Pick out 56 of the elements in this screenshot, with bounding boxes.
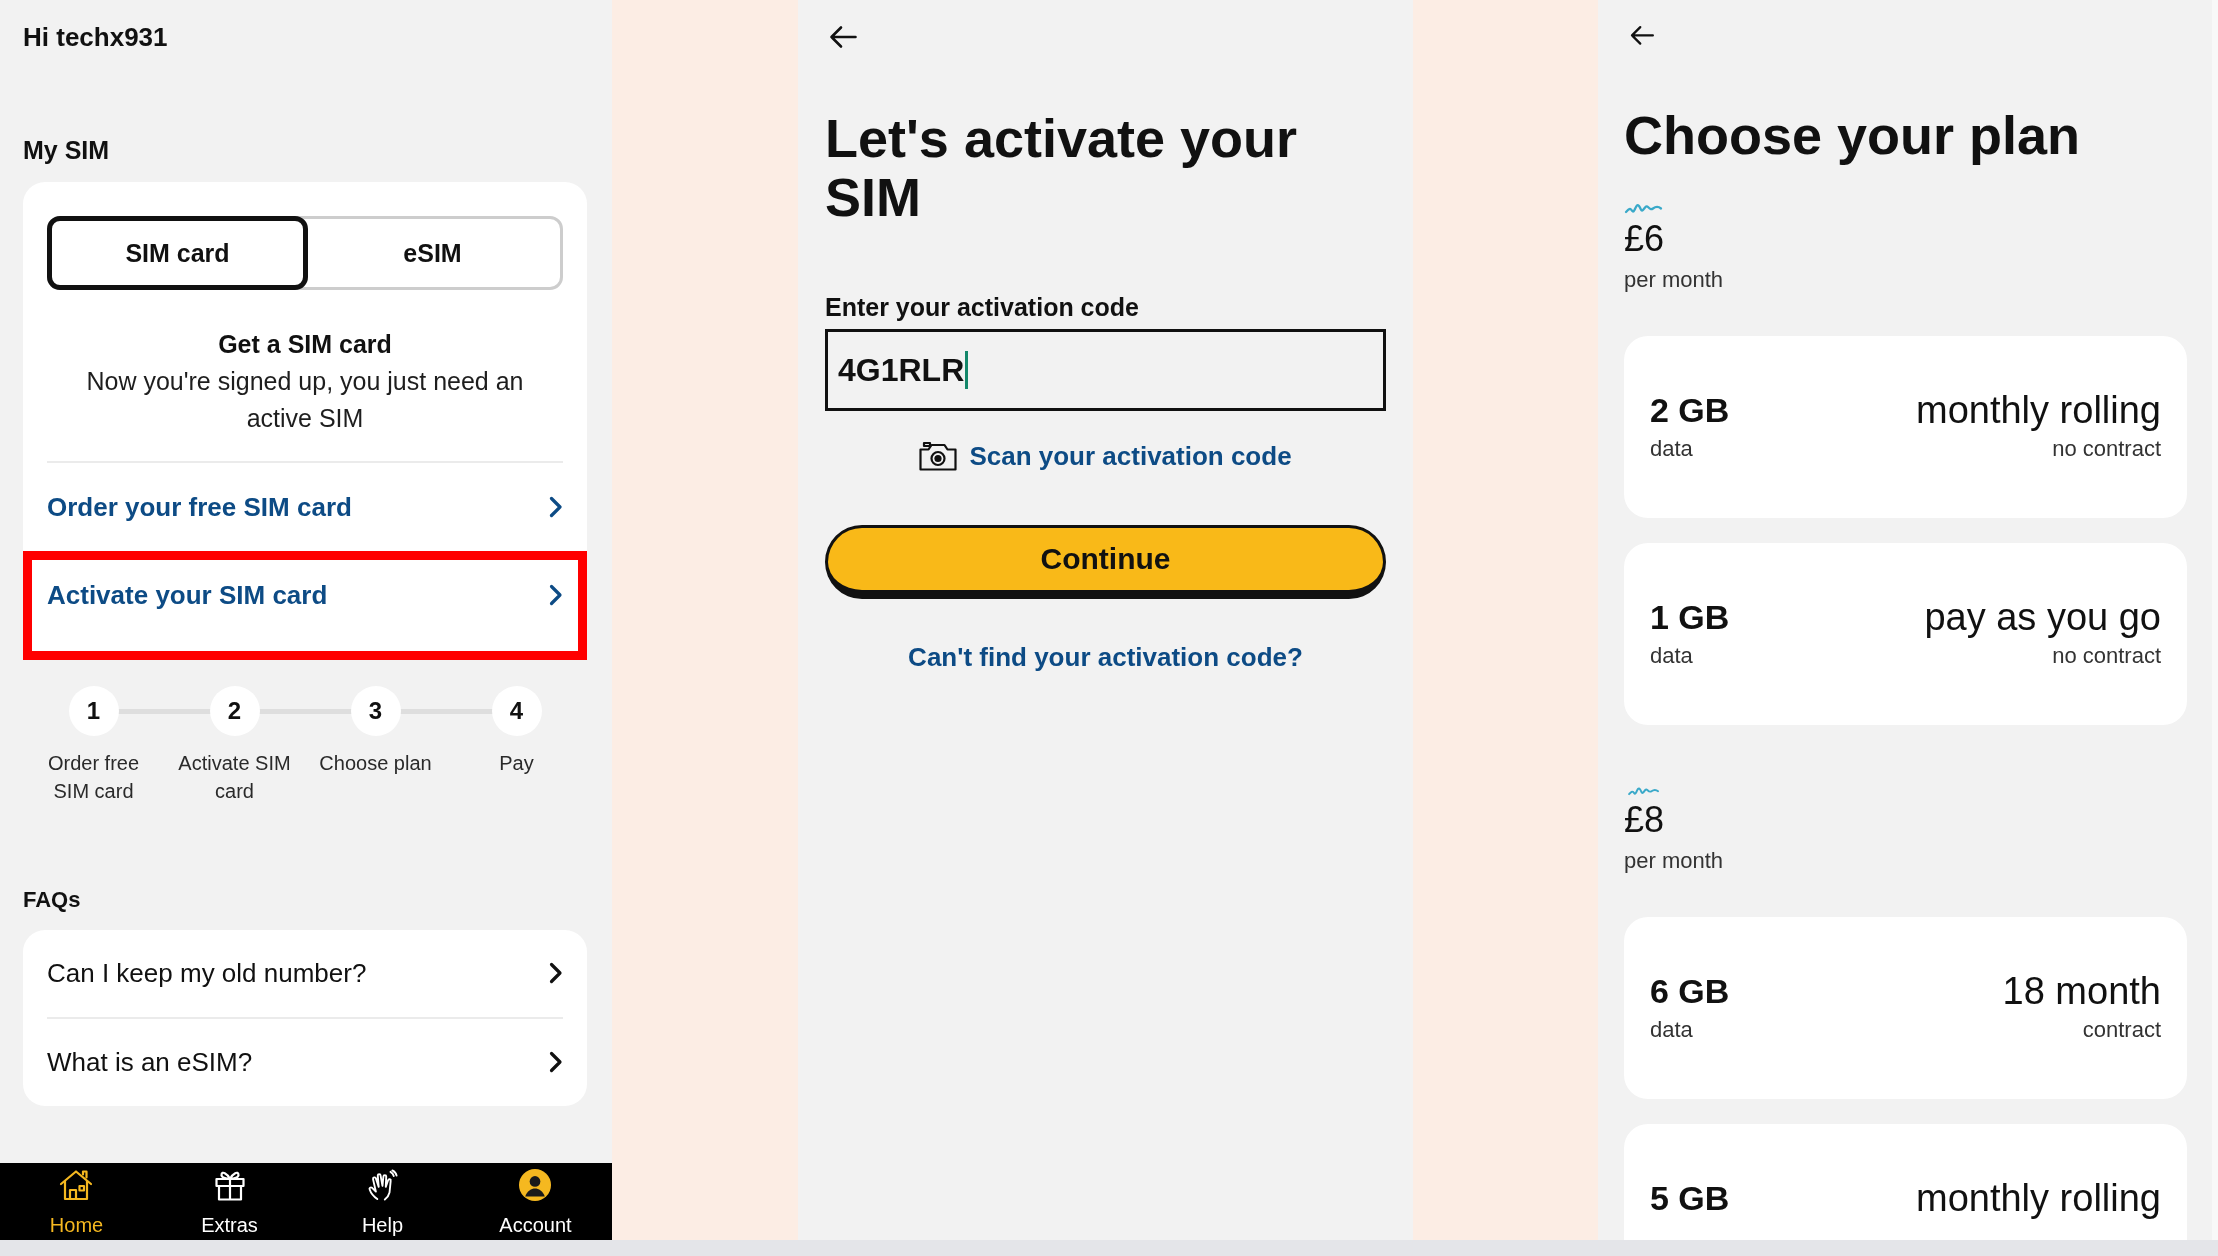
data-amount: 2 GB [1650, 389, 1730, 431]
price-period: per month [1624, 266, 1724, 293]
chevron-right-icon [549, 496, 563, 518]
nav-item[interactable]: Home [49, 1163, 104, 1237]
contract-label: no contract [2052, 434, 2161, 463]
continue-button[interactable]: Continue [825, 525, 1386, 599]
contract-label: contract [2082, 1016, 2161, 1045]
chevron-right-icon [549, 1051, 563, 1073]
data-label: data [1650, 434, 1693, 463]
price-period: per month [1624, 848, 1724, 875]
gift-icon [213, 1169, 246, 1201]
scan-link[interactable]: Scan your activation code [919, 438, 1292, 474]
contract-label: no contract [2052, 641, 2161, 670]
step-number: 4 [491, 686, 542, 736]
nav-item[interactable]: Account [499, 1163, 572, 1237]
data-label: data [1650, 1016, 1693, 1045]
step-label: Choose plan [319, 751, 432, 776]
help-link[interactable]: Can't find your activation code? [908, 642, 1303, 672]
action-link[interactable]: Activate your SIM card [23, 551, 587, 660]
greeting-text: Hi techx931 [23, 21, 168, 53]
data-amount: 1 GB [1650, 596, 1730, 638]
chevron-right-icon [549, 584, 563, 606]
step-label: Pay [499, 751, 534, 776]
info-text: Now you're signed up, you just need an active SIM [85, 366, 525, 434]
plan-term: monthly rolling [1916, 1176, 2161, 1221]
chevron-right-icon [549, 962, 563, 984]
hand-icon [366, 1169, 399, 1201]
plan-price: £6 [1624, 218, 1665, 259]
step-number: 1 [68, 686, 119, 736]
nav-item[interactable]: Extras [201, 1163, 258, 1237]
avatar-icon [519, 1169, 552, 1201]
step-label: Order free SIM card [46, 751, 141, 804]
faq-item[interactable]: Can I keep my old number? [47, 930, 563, 1017]
plan-term: 18 month [2002, 969, 2161, 1014]
faq-item[interactable]: What is an eSIM? [47, 1017, 563, 1106]
step-label: Activate SIM card [177, 751, 292, 804]
data-amount: 6 GB [1650, 971, 1730, 1013]
step-number: 3 [350, 686, 401, 736]
plan-term: pay as you go [1924, 594, 2161, 639]
plan-term: monthly rolling [1916, 387, 2161, 432]
sim-type-tab[interactable]: SIM card [47, 216, 308, 290]
plan-price: £8 [1624, 800, 1665, 841]
data-amount: 5 GB [1650, 1178, 1730, 1220]
back-arrow-icon[interactable] [829, 25, 857, 49]
field-label: Enter your activation code [825, 292, 1139, 322]
info-title: Get a SIM card [218, 329, 392, 359]
page-title: Let's activate your SIM [825, 109, 1299, 227]
input-field[interactable]: 4G1RLR [825, 329, 1386, 411]
step-number: 2 [209, 686, 260, 736]
nav-item[interactable]: Help [361, 1163, 404, 1237]
home-icon [59, 1169, 94, 1201]
section-title: FAQs [23, 886, 81, 914]
camera-icon [919, 441, 958, 471]
data-label: data [1650, 641, 1693, 670]
section-title: My SIM [23, 135, 110, 165]
page-title: Choose your plan [1624, 105, 2081, 165]
